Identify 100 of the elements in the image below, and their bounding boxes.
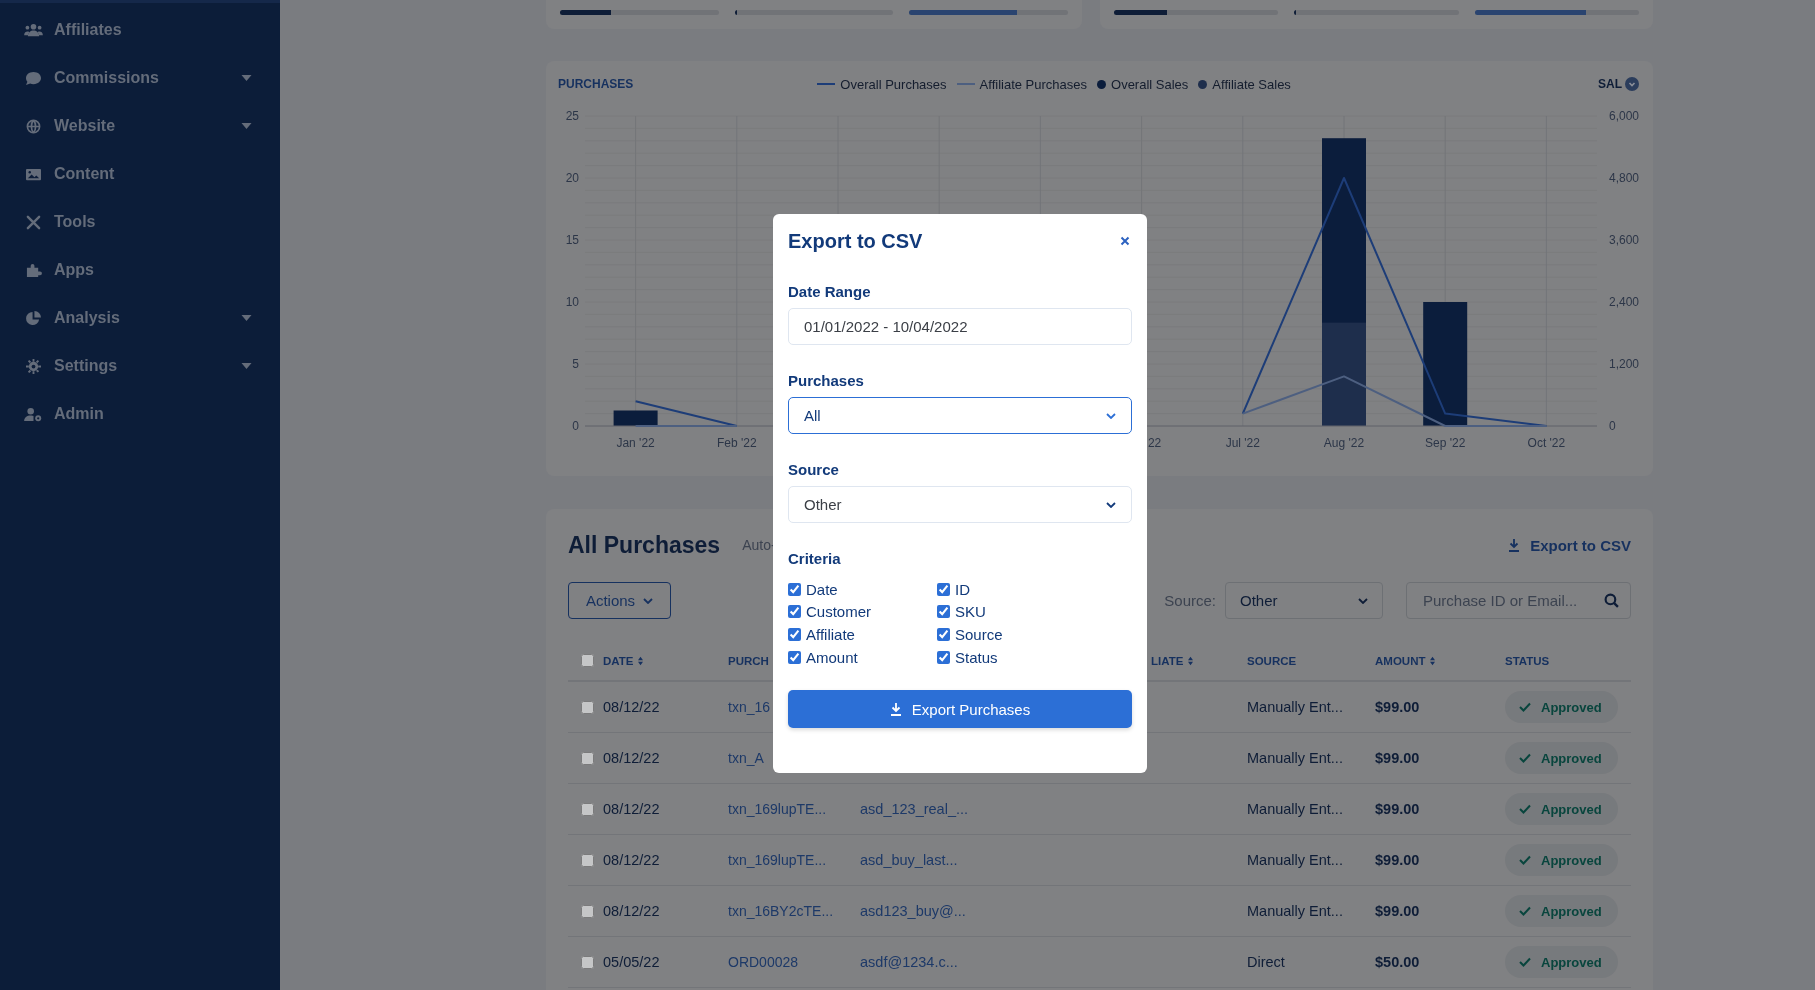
status-badge: Approved — [1505, 946, 1618, 978]
table-cell: 08/12/22 — [603, 801, 660, 817]
table-cell: $99.00 — [1375, 801, 1420, 817]
sidebar-item[interactable]: Affiliates — [0, 6, 280, 54]
purchase-link[interactable]: txn_16 — [728, 699, 771, 715]
customer-link[interactable]: asd_buy_last... — [860, 852, 958, 868]
criteria-checkbox[interactable] — [937, 650, 950, 664]
column-header: SOURCE — [1247, 655, 1297, 667]
criteria-checkbox[interactable] — [937, 582, 950, 596]
table-cell: 08/12/22 — [603, 903, 660, 919]
actions-button[interactable]: Actions — [568, 582, 671, 619]
sidebar-item[interactable]: Analysis — [0, 294, 280, 342]
check-icon — [1519, 957, 1531, 967]
export-link[interactable]: Export to CSV — [1508, 536, 1631, 554]
column-header[interactable]: LIATE — [1151, 655, 1195, 667]
row-checkbox[interactable] — [581, 955, 594, 969]
pie-chart-icon — [24, 310, 43, 326]
row-checkbox[interactable] — [581, 853, 594, 867]
sidebar-item[interactable]: Website — [0, 102, 280, 150]
field-label: Purchases — [788, 371, 865, 391]
table-cell: Manually Ent... — [1247, 801, 1343, 817]
purchase-link[interactable]: txn_169lupTE... — [728, 801, 827, 817]
axis-label: Jul '22 — [1225, 436, 1260, 450]
table-cell: $99.00 — [1375, 903, 1420, 919]
filter-label: Source: — [1164, 592, 1216, 609]
sidebar-item[interactable]: Settings — [0, 342, 280, 390]
criteria-checkbox[interactable] — [788, 650, 801, 664]
axis-label: 5 — [572, 357, 579, 371]
purchase-link[interactable]: txn_A — [728, 750, 764, 766]
status-badge: Approved — [1505, 895, 1618, 927]
axis-label: Sep '22 — [1425, 436, 1466, 450]
row-checkbox[interactable] — [581, 751, 594, 765]
customer-link[interactable]: asd123_buy@... — [860, 903, 966, 919]
row-checkbox[interactable] — [581, 700, 594, 714]
check-icon — [1519, 906, 1531, 916]
caret-icon — [241, 75, 252, 81]
checkbox-label: ID — [955, 580, 970, 598]
axis-label: 1,200 — [1609, 357, 1640, 371]
checkbox-label: Source — [955, 626, 1003, 643]
source-select[interactable]: Other — [1225, 582, 1383, 619]
customer-link[interactable]: asdf@1234.c... — [860, 954, 958, 970]
status-badge: Approved — [1505, 793, 1618, 825]
purchase-link[interactable]: txn_16BY2cTE... — [728, 903, 834, 919]
globe-icon — [24, 118, 43, 134]
status-badge: Approved — [1505, 742, 1618, 774]
table-cell: Direct — [1247, 954, 1285, 970]
date-range-field[interactable]: 01/01/2022 - 10/04/2022 — [788, 308, 1132, 345]
sidebar-item[interactable]: Commissions — [0, 54, 280, 102]
check-icon — [1519, 753, 1531, 763]
checkbox-label: Date — [806, 580, 838, 598]
tools-icon — [24, 214, 43, 230]
criteria-checkbox[interactable] — [788, 628, 801, 641]
criteria-checkbox[interactable] — [937, 628, 950, 641]
sidebar-item[interactable]: Tools — [0, 198, 280, 246]
caret-icon — [241, 315, 252, 321]
purchase-link[interactable]: txn_169lupTE... — [728, 852, 827, 868]
checkbox-label: SKU — [955, 603, 986, 621]
criteria-checkbox[interactable] — [788, 582, 801, 596]
status-badge: Approved — [1505, 691, 1618, 723]
axis-title: SAL — [1598, 77, 1622, 91]
table-cell: Manually Ent... — [1247, 699, 1343, 715]
axis-label: 0 — [1609, 419, 1616, 433]
customer-link[interactable]: asd_123_real_... — [860, 801, 969, 817]
criteria-checkbox[interactable] — [937, 605, 950, 619]
axis-label: 25 — [565, 109, 579, 123]
search-field[interactable]: Purchase ID or Email... — [1406, 582, 1631, 619]
sidebar-item[interactable]: Content — [0, 150, 280, 198]
axis-label: 10 — [565, 295, 579, 309]
table-cell: 05/05/22 — [603, 954, 660, 970]
settings-icon — [24, 358, 43, 374]
axis-title: PURCHASES — [558, 77, 634, 91]
export-button[interactable]: Export Purchases — [788, 690, 1132, 729]
status-badge: Approved — [1505, 844, 1618, 876]
axis-label: 0 — [572, 419, 579, 433]
chevron-down-icon — [1106, 412, 1116, 419]
legend-label: Affiliate Sales — [1212, 76, 1291, 92]
chart-bar — [613, 410, 658, 426]
axis-label: 6,000 — [1609, 109, 1640, 123]
table-cell: $99.00 — [1375, 699, 1420, 715]
auto-text: Auto- — [742, 537, 776, 553]
field-label: Criteria — [788, 549, 842, 569]
chevron-circle-icon[interactable] — [1625, 77, 1639, 91]
column-header[interactable]: DATE — [603, 655, 645, 667]
select-all-checkbox[interactable] — [581, 653, 594, 667]
column-header[interactable]: AMOUNT — [1375, 655, 1437, 667]
row-checkbox[interactable] — [581, 802, 594, 816]
sort-icon — [1187, 656, 1195, 666]
axis-label: 22 — [1147, 436, 1162, 450]
close-icon[interactable] — [1120, 236, 1130, 246]
table-cell: 08/12/22 — [603, 699, 660, 715]
sidebar-item[interactable]: Apps — [0, 246, 280, 294]
criteria-checkbox[interactable] — [788, 605, 801, 619]
select-field[interactable]: All — [788, 397, 1132, 434]
purchase-link[interactable]: ORD00028 — [728, 954, 799, 970]
sidebar-item[interactable]: Admin — [0, 390, 280, 438]
axis-label: 15 — [565, 233, 579, 247]
row-checkbox[interactable] — [581, 904, 594, 918]
select-field[interactable]: Other — [788, 486, 1132, 523]
search-icon[interactable] — [1604, 593, 1619, 608]
column-header: STATUS — [1505, 655, 1550, 667]
